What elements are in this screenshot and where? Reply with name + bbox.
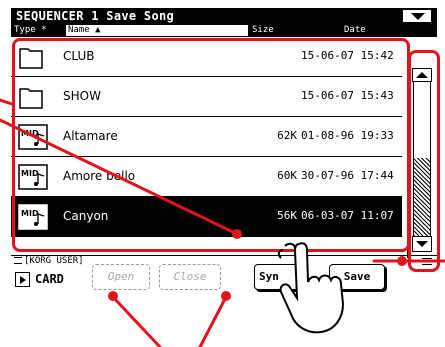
title-bar: SEQUENCER 1 Save Song — [11, 8, 437, 24]
column-header-type[interactable]: Type * — [11, 24, 66, 37]
device-arrow-button[interactable] — [15, 272, 30, 287]
pointing-hand-icon — [277, 242, 345, 334]
scrollbar-highlight — [408, 50, 440, 272]
column-header-spacer — [402, 24, 437, 37]
close-button[interactable]: Close — [159, 264, 221, 290]
chevron-down-icon — [411, 13, 425, 20]
file-list-highlight — [12, 38, 410, 252]
list-lines-icon — [14, 257, 22, 264]
window-title: SEQUENCER 1 Save Song — [16, 9, 175, 23]
column-header-date[interactable]: Date — [290, 24, 402, 37]
path-label: [KORG USER] — [24, 256, 84, 266]
column-header-name[interactable]: Name ▲ — [66, 24, 248, 37]
column-header-name-label: Name ▲ — [66, 25, 248, 36]
column-header-size[interactable]: Size — [248, 24, 290, 37]
device-label: CARD — [35, 272, 64, 286]
triangle-right-icon — [20, 276, 26, 284]
open-button[interactable]: Open — [92, 264, 150, 290]
page-menu-button[interactable] — [402, 9, 432, 23]
